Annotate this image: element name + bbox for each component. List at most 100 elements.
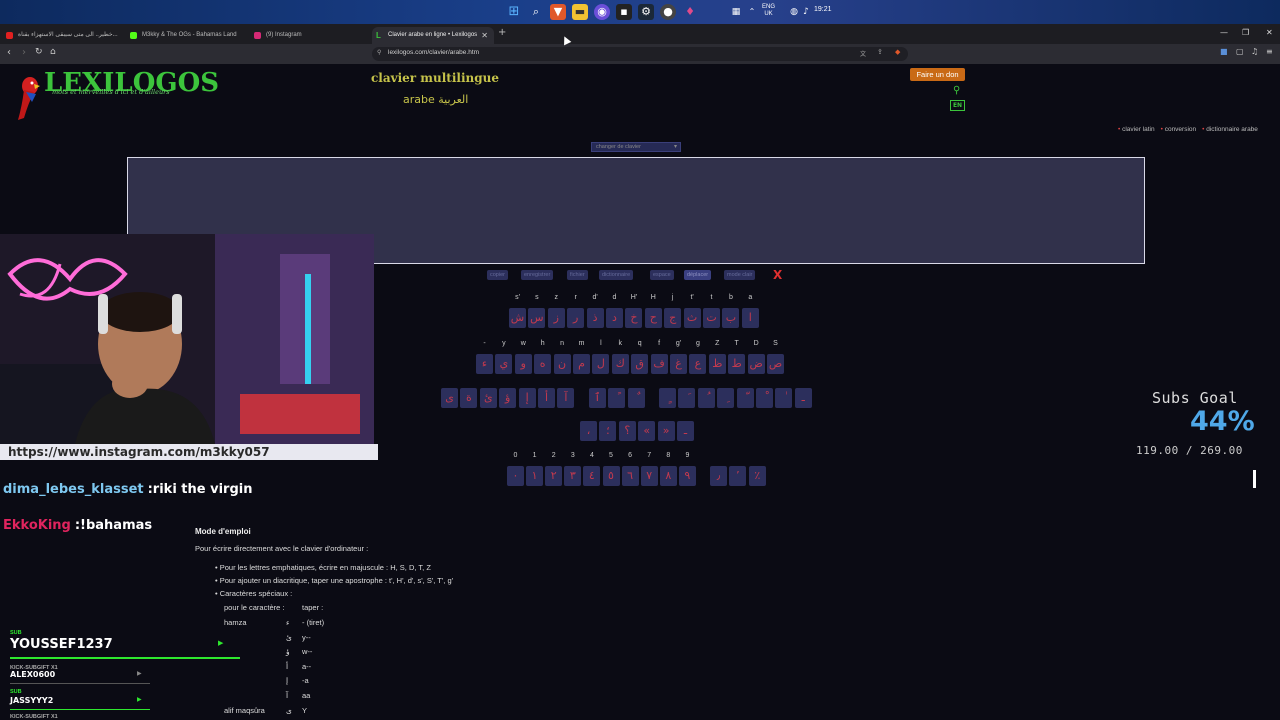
keyboard-key[interactable]: ن <box>553 354 571 374</box>
keyboard-key[interactable]: م <box>573 354 590 374</box>
home-icon[interactable]: ⌂ <box>50 47 56 57</box>
app-icon[interactable]: ▪ <box>616 4 632 20</box>
extension-icon[interactable]: ■ <box>1220 47 1228 56</box>
browser-tab[interactable]: (9) Instagram <box>250 27 370 44</box>
brave-shield-icon[interactable]: ◆ <box>895 48 900 56</box>
keyboard-key[interactable]: ع <box>689 354 707 374</box>
keyboard-select[interactable]: changer de clavier <box>591 142 681 152</box>
keyboard-key[interactable]: ة <box>460 388 478 408</box>
keyboard-key[interactable]: ش <box>509 308 526 328</box>
obs-icon[interactable]: ● <box>660 4 676 20</box>
keyboard-key[interactable]: ز <box>547 308 565 328</box>
search-icon[interactable]: ⚲ <box>953 85 960 96</box>
keyboard-key[interactable]: « <box>638 421 656 441</box>
keyboard-key[interactable]: ٤ <box>583 466 601 486</box>
tray-chevron-icon[interactable]: ⌃ <box>744 4 760 20</box>
keyboard-key[interactable]: ٦ <box>621 466 639 486</box>
keyboard-key[interactable]: ُ <box>697 388 715 408</box>
search-icon[interactable]: ⌕ <box>528 4 544 20</box>
browser-tab[interactable]: M3kky & The OGs - Bahamas Land <box>126 27 248 44</box>
file-button[interactable]: fichier <box>567 270 588 280</box>
minimize-icon[interactable]: — <box>1220 28 1228 37</box>
browser-tab[interactable]: خطير.. الى متى سيبقى الاستهزاء بقناة... <box>2 27 124 44</box>
keyboard-key[interactable]: د <box>606 308 623 328</box>
keyboard-key[interactable]: ج <box>664 308 682 328</box>
new-tab-icon[interactable]: + <box>498 27 506 38</box>
keyboard-key[interactable]: ـ <box>794 388 812 408</box>
keyboard-key[interactable]: ؤ <box>499 388 517 408</box>
keyboard-key[interactable]: ح <box>644 308 662 328</box>
share-icon[interactable]: ⇪ <box>877 48 883 56</box>
keyboard-key[interactable]: َ <box>678 388 696 408</box>
file-explorer-icon[interactable]: ▬ <box>572 4 588 20</box>
keyboard-key[interactable]: ص <box>767 354 784 374</box>
keyboard-key[interactable]: ط <box>728 354 746 374</box>
keyboard-key[interactable]: » <box>657 421 675 441</box>
translate-icon[interactable]: 文 <box>860 49 866 58</box>
windows-start-icon[interactable]: ⊞ <box>506 4 522 20</box>
close-tab-icon[interactable]: ✕ <box>481 27 488 44</box>
keyboard-key[interactable]: ي <box>495 354 513 374</box>
volume-icon[interactable]: ♪ <box>798 4 814 20</box>
language-switch-button[interactable]: EN <box>950 100 965 111</box>
keyboard-key[interactable]: ؟ <box>618 421 636 441</box>
keyboard-key[interactable]: غ <box>670 354 687 374</box>
keyboard-key[interactable]: ا <box>741 308 759 328</box>
close-window-icon[interactable]: ✕ <box>1266 28 1273 37</box>
keyboard-key[interactable]: ئ <box>479 388 497 408</box>
reload-icon[interactable]: ↻ <box>35 47 43 57</box>
dictionary-button[interactable]: dictionnaire <box>599 270 634 280</box>
keyboard-key[interactable]: ل <box>592 354 610 374</box>
keyboard-key[interactable]: ٫ <box>710 466 727 486</box>
keyboard-key[interactable]: ٰ <box>775 388 793 408</box>
keyboard-key[interactable]: أ <box>538 388 555 408</box>
keyboard-language[interactable]: ENG UK <box>762 4 775 18</box>
keyboard-key[interactable]: و <box>514 354 532 374</box>
keyboard-key[interactable]: ّ <box>736 388 754 408</box>
keyboard-key[interactable]: س <box>528 308 546 328</box>
media-icon[interactable]: ♫ <box>1251 47 1258 56</box>
keyboard-key[interactable]: ، <box>580 421 597 441</box>
back-icon[interactable]: ‹ <box>7 47 11 58</box>
keyboard-key[interactable]: ٣ <box>564 466 582 486</box>
keyboard-key[interactable]: ٪ <box>748 466 766 486</box>
keyboard-key[interactable]: ظ <box>708 354 726 374</box>
brave-browser-icon[interactable]: ▼ <box>550 4 566 20</box>
keyboard-key[interactable]: ـ <box>677 421 694 441</box>
tray-icons[interactable]: ▦ <box>728 4 744 20</box>
keyboard-key[interactable]: ٨ <box>659 466 677 486</box>
maximize-icon[interactable]: ❐ <box>1242 28 1249 37</box>
keyboard-key[interactable]: ٥ <box>602 466 620 486</box>
keyboard-key[interactable]: ٧ <box>640 466 658 486</box>
keyboard-key[interactable]: ف <box>650 354 668 374</box>
keyboard-key[interactable]: ت <box>703 308 720 328</box>
keyboard-key[interactable]: ٠ <box>507 466 524 486</box>
keyboard-key[interactable]: ٢ <box>545 466 563 486</box>
steam-icon[interactable]: ⚙ <box>638 4 654 20</box>
keyboard-key[interactable]: ً <box>608 388 626 408</box>
keyboard-key[interactable]: ى <box>441 388 458 408</box>
site-info-icon[interactable]: ⚲ <box>377 49 381 56</box>
keyboard-key[interactable]: ْ <box>756 388 773 408</box>
keyboard-key[interactable]: ؛ <box>599 421 617 441</box>
keyboard-key[interactable]: ض <box>747 354 765 374</box>
address-bar[interactable]: ⚲ lexilogos.com/clavier/arabe.htm 文 ⇪ ◆ <box>372 47 908 61</box>
keyboard-key[interactable]: ه <box>534 354 552 374</box>
sidebar-icon[interactable]: ▢ <box>1236 47 1244 56</box>
keyboard-key[interactable]: ٱ <box>588 388 606 408</box>
donate-button[interactable]: Faire un don <box>910 68 965 81</box>
keyboard-key[interactable]: ء <box>476 354 493 374</box>
parrot-logo-icon[interactable] <box>14 72 42 122</box>
keyboard-key[interactable]: ق <box>631 354 649 374</box>
keyboard-key[interactable]: آ <box>557 388 575 408</box>
light-mode-button[interactable]: mode clair <box>724 270 756 280</box>
keyboard-key[interactable]: ذ <box>586 308 604 328</box>
keyboard-key[interactable]: ٍ <box>659 388 676 408</box>
forward-icon[interactable]: › <box>22 47 26 58</box>
keyboard-key[interactable]: ب <box>722 308 740 328</box>
link-dictionnaire-arabe[interactable]: dictionnaire arabe <box>1202 126 1258 133</box>
move-button[interactable]: déplacer <box>684 270 712 280</box>
pin-icon[interactable]: ♦ <box>682 4 698 20</box>
menu-icon[interactable]: ≡ <box>1266 47 1273 56</box>
save-button[interactable]: enregistrer <box>521 270 554 280</box>
